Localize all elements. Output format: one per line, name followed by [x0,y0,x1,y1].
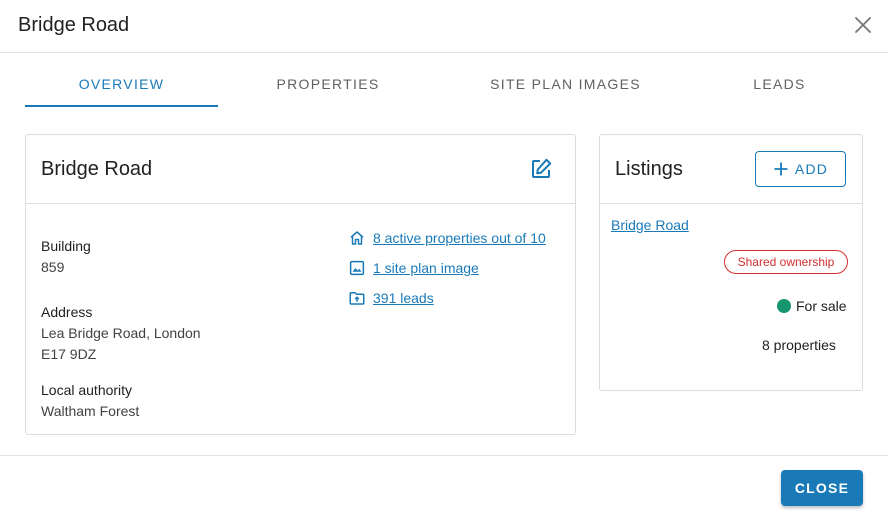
tab-bar: OVERVIEW PROPERTIES SITE PLAN IMAGES LEA… [25,62,863,108]
edit-icon[interactable] [529,157,553,181]
image-icon [349,260,365,276]
overview-card: Bridge Road Building 859 Address Lea Bri… [25,134,576,435]
address-label: Address [41,304,93,320]
home-icon [350,231,364,245]
local-authority-label: Local authority [41,382,133,398]
active-properties-link[interactable]: 8 active properties out of 10 [348,228,546,248]
listings-card: Listings ADD Bridge Road Shared ownershi… [599,134,863,391]
listings-card-header: Listings ADD [600,135,862,204]
building-label: Building [41,238,91,254]
local-authority-value: Waltham Forest [41,403,140,419]
active-tab-indicator [25,105,218,107]
dialog: Bridge Road OVERVIEW PROPERTIES SITE PLA… [0,0,888,518]
overview-title: Bridge Road [41,158,153,180]
listing-link[interactable]: Bridge Road [611,217,689,233]
status-dot-icon [777,299,791,313]
add-button-label: ADD [794,161,829,177]
status-badge: Shared ownership [724,250,848,274]
active-properties-link-text[interactable]: 8 active properties out of 10 [373,230,546,246]
site-plan-image-link[interactable]: 1 site plan image [348,258,479,278]
close-icon[interactable] [851,13,875,37]
listing-status: For sale [777,298,847,314]
dialog-header: Bridge Road [0,0,888,53]
address-line-2: E17 9DZ [41,346,97,362]
leads-link-text[interactable]: 391 leads [373,290,434,306]
folder-icon [349,292,365,305]
dialog-title: Bridge Road [18,14,130,36]
listings-title: Listings [615,158,683,180]
tab-overview[interactable]: OVERVIEW [25,62,218,108]
close-button[interactable]: CLOSE [781,470,863,506]
site-plan-image-link-text[interactable]: 1 site plan image [373,260,479,276]
status-text: For sale [796,298,847,314]
tab-leads[interactable]: LEADS [693,62,866,108]
tab-site-plan-images[interactable]: SITE PLAN IMAGES [438,62,693,108]
tab-properties[interactable]: PROPERTIES [218,62,438,108]
address-line-1: Lea Bridge Road, London [41,325,201,341]
overview-card-header: Bridge Road [26,135,575,204]
plus-icon [774,162,788,176]
leads-link[interactable]: 391 leads [348,288,434,308]
building-value: 859 [41,259,65,275]
property-count: 8 properties [762,337,836,353]
add-listing-button[interactable]: ADD [755,151,846,187]
dialog-footer: CLOSE [0,455,888,518]
